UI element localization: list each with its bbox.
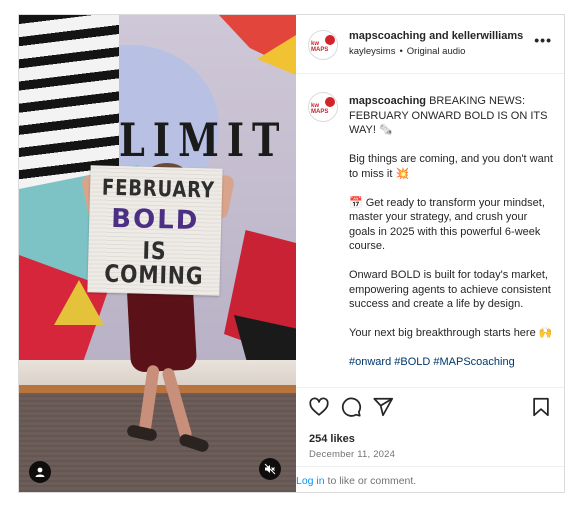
caption-paragraph: Big things are coming, and you don't wan… [349,153,553,180]
save-button[interactable] [530,396,552,418]
post-authors[interactable]: mapscoaching and kellerwilliams [349,30,523,42]
login-prompt: Log in to like or comment. [296,466,564,492]
login-link[interactable]: Log in [296,475,325,487]
mute-icon [264,463,276,475]
post-subline: kayleysims • Original audio [349,46,465,57]
more-icon: ••• [534,32,552,48]
user-tag-button[interactable] [29,461,51,483]
caption-paragraph: Onward BOLD is built for today's market,… [349,269,551,310]
sign-line-1: FEBRUARY [101,175,216,204]
post-media[interactable]: LIMIT FEBRUARY BOLD IS COMING [19,15,296,492]
bookmark-icon [533,397,549,417]
likes-count[interactable]: 254 likes [309,433,355,445]
avatar-logo-text: kw MAPS [311,41,329,53]
caption-avatar-logo-text: kw MAPS [311,103,329,115]
sign-line-3: IS COMING [103,236,204,291]
person-skirt [126,285,198,373]
audio-link[interactable]: Original audio [407,46,466,57]
floor [19,393,296,492]
post-card: LIMIT FEBRUARY BOLD IS COMING kw MAPS ma… [18,14,565,493]
caption-paragraph: Your next big breakthrough starts here 🙌 [349,327,553,339]
post-header: kw MAPS mapscoaching and kellerwilliams … [296,15,564,74]
caption-hashtags[interactable]: #onward #BOLD #MAPScoaching [349,355,553,370]
like-button[interactable] [308,396,330,418]
post-caption: mapscoaching BREAKING NEWS: FEBRUARY ONW… [349,94,553,384]
caption-scroll-area[interactable]: kw MAPS mapscoaching BREAKING NEWS: FEBR… [296,74,564,387]
mural-text: LIMIT [119,113,288,167]
caption-avatar[interactable]: kw MAPS [308,92,338,122]
sign-line-2: BOLD [110,203,200,237]
share-icon [373,397,394,417]
newspaper-sign: FEBRUARY BOLD IS COMING [87,165,223,296]
collaborator-username[interactable]: kayleysims [349,46,395,57]
avatar[interactable]: kw MAPS [308,30,338,60]
comment-button[interactable] [340,396,362,418]
login-prompt-text: to like or comment. [324,475,417,487]
separator-dot: • [399,46,403,57]
mute-button[interactable] [259,458,281,480]
caption-username[interactable]: mapscoaching [349,95,426,107]
caption-paragraph: 📅 Get ready to transform your mindset, m… [349,196,545,253]
comment-icon [341,397,362,417]
post-side-panel: kw MAPS mapscoaching and kellerwilliams … [296,15,564,492]
user-tag-icon [35,467,45,477]
share-button[interactable] [372,396,394,418]
more-options-button[interactable]: ••• [534,33,552,47]
heart-icon [309,397,329,416]
post-date[interactable]: December 11, 2024 [309,449,395,460]
